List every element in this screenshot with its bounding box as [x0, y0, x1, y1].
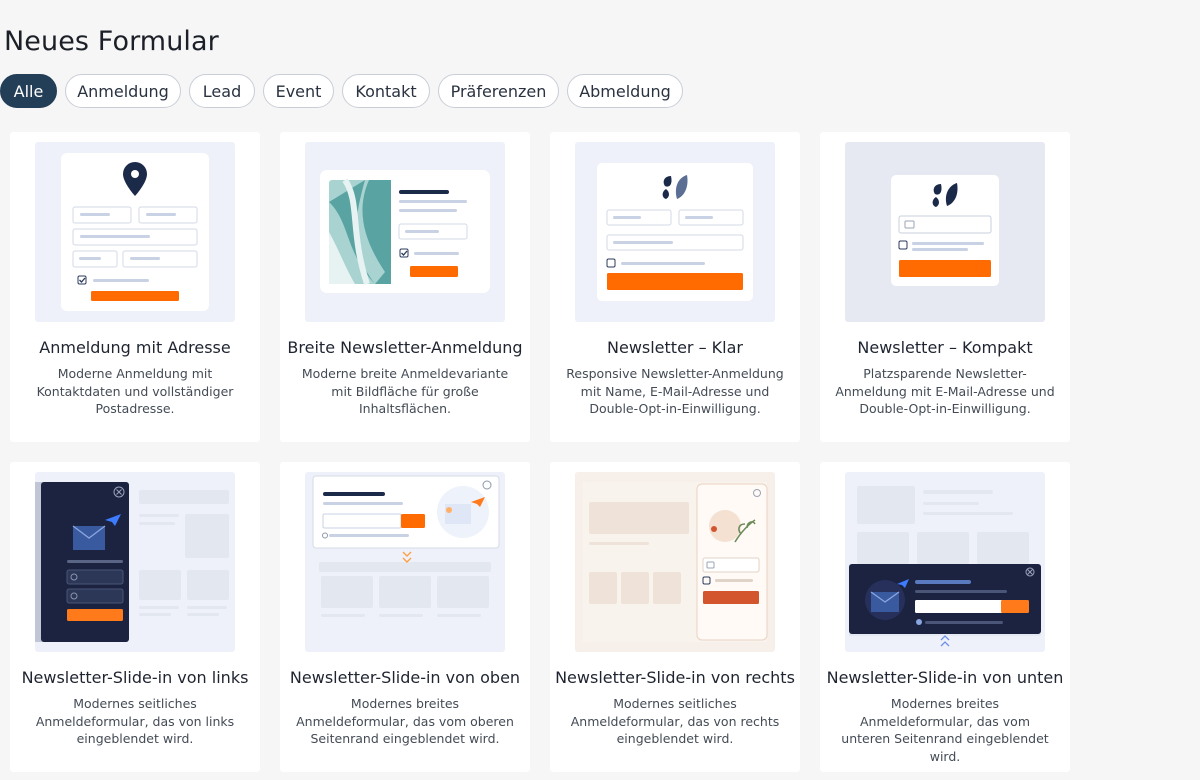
template-card-slide-in-links[interactable]: Newsletter-Slide-in von links Modernes s… — [10, 462, 260, 772]
template-description: Modernes breites Anmeldeformular, das vo… — [841, 696, 1049, 764]
filter-chip-lead[interactable]: Lead — [189, 74, 255, 108]
template-thumbnail — [35, 142, 235, 322]
template-title: Newsletter – Klar — [607, 338, 743, 357]
template-title: Breite Newsletter-Anmeldung — [287, 338, 523, 357]
template-card-newsletter-kompakt[interactable]: Newsletter – Kompakt Platzsparende Newsl… — [820, 132, 1070, 442]
template-card-slide-in-unten[interactable]: Newsletter-Slide-in von unten Modernes b… — [820, 462, 1070, 772]
template-card-slide-in-oben[interactable]: Newsletter-Slide-in von oben Modernes br… — [280, 462, 530, 772]
filter-chip-abmeldung[interactable]: Abmeldung — [567, 74, 683, 108]
template-description: Platzsparende Newsletter-Anmeldung mit E… — [835, 366, 1055, 416]
template-description: Moderne breite Anmeldevariante mit Bildf… — [301, 366, 509, 416]
template-description: Modernes breites Anmeldeformular, das vo… — [296, 696, 514, 746]
template-thumbnail — [845, 472, 1045, 652]
template-card-anmeldung-mit-adresse[interactable]: Anmeldung mit Adresse Moderne Anmeldung … — [10, 132, 260, 442]
template-title: Newsletter-Slide-in von unten — [826, 668, 1064, 687]
template-description: Responsive Newsletter-Anmeldung mit Name… — [566, 366, 784, 416]
template-card-slide-in-rechts[interactable]: Newsletter-Slide-in von rechts Modernes … — [550, 462, 800, 772]
filter-chip-praeferenzen[interactable]: Präferenzen — [438, 74, 559, 108]
page-title: Neues Formular — [4, 26, 219, 57]
template-title: Newsletter – Kompakt — [857, 338, 1033, 357]
filter-chip-kontakt[interactable]: Kontakt — [342, 74, 430, 108]
template-thumbnail — [305, 142, 505, 322]
template-thumbnail — [845, 142, 1045, 322]
template-thumbnail — [575, 472, 775, 652]
template-description: Modernes seitliches Anmeldeformular, das… — [570, 696, 780, 746]
template-thumbnail — [305, 472, 505, 652]
template-thumbnail — [35, 472, 235, 652]
filter-chip-alle[interactable]: Alle — [0, 74, 57, 108]
template-description: Modernes seitliches Anmeldeformular, das… — [35, 696, 235, 746]
filter-chip-anmeldung[interactable]: Anmeldung — [65, 74, 181, 108]
template-title: Newsletter-Slide-in von rechts — [555, 668, 795, 687]
template-thumbnail — [575, 142, 775, 322]
filter-chip-event[interactable]: Event — [263, 74, 334, 108]
template-title: Newsletter-Slide-in von links — [21, 668, 249, 687]
template-description: Moderne Anmeldung mit Kontaktdaten und v… — [36, 366, 234, 416]
template-card-breite-newsletter-anmeldung[interactable]: Breite Newsletter-Anmeldung Moderne brei… — [280, 132, 530, 442]
template-card-newsletter-klar[interactable]: Newsletter – Klar Responsive Newsletter-… — [550, 132, 800, 442]
template-title: Anmeldung mit Adresse — [39, 338, 231, 357]
template-title: Newsletter-Slide-in von oben — [289, 668, 521, 687]
